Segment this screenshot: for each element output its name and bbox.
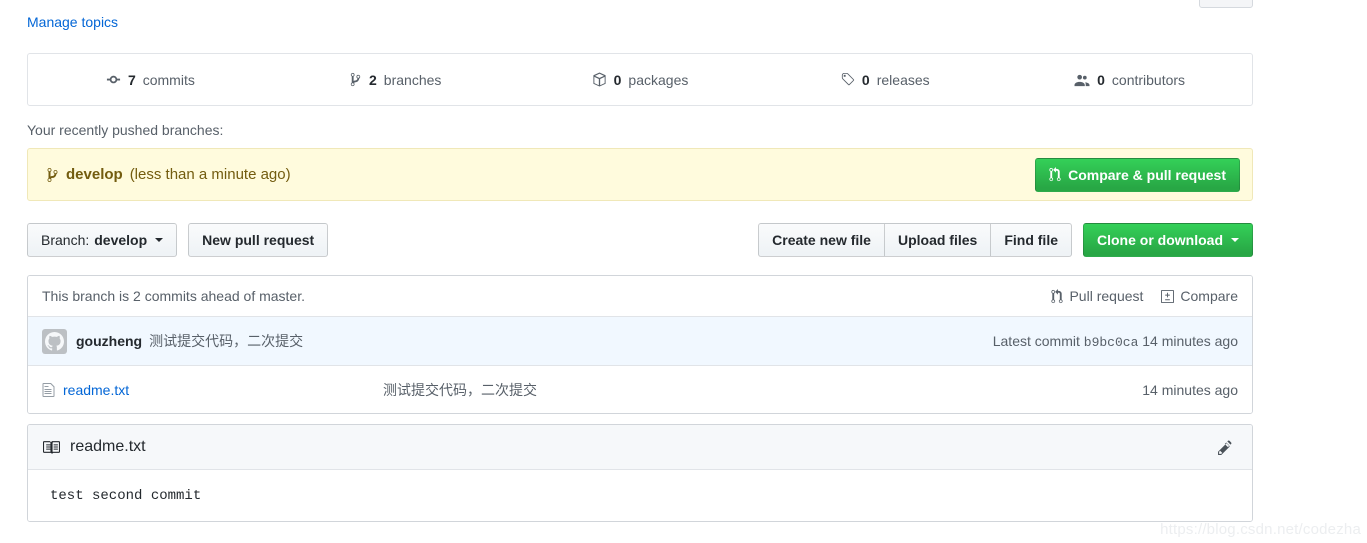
compare-link[interactable]: Compare bbox=[1161, 288, 1238, 304]
pull-request-link[interactable]: Pull request bbox=[1051, 288, 1143, 304]
commit-sha[interactable]: b9bc0ca bbox=[1084, 335, 1139, 350]
stat-branches-count: 2 bbox=[369, 71, 377, 88]
git-pull-request-icon bbox=[1049, 167, 1061, 182]
file-name-link[interactable]: readme.txt bbox=[63, 382, 383, 398]
pushed-branch-info: develop (less than a minute ago) bbox=[46, 166, 1035, 183]
avatar[interactable] bbox=[42, 328, 67, 354]
upload-files-button[interactable]: Upload files bbox=[883, 223, 992, 257]
stat-packages-count: 0 bbox=[613, 71, 622, 88]
stat-branches-label: branches bbox=[383, 71, 442, 88]
stat-packages-label: packages bbox=[628, 71, 689, 88]
book-icon bbox=[42, 439, 61, 456]
repo-toolbar: Branch: develop New pull request Create … bbox=[27, 221, 1253, 259]
stat-branches[interactable]: 2 branches bbox=[273, 72, 518, 88]
commit-time: 14 minutes ago bbox=[1142, 332, 1238, 349]
branch-status-text: This branch is 2 commits ahead of master… bbox=[42, 288, 305, 304]
stat-commits-label: commits bbox=[142, 71, 195, 88]
find-file-button[interactable]: Find file bbox=[990, 223, 1072, 257]
commit-meta: Latest commit b9bc0ca 14 minutes ago bbox=[993, 333, 1238, 350]
package-icon bbox=[592, 72, 607, 87]
clone-or-download-button[interactable]: Clone or download bbox=[1083, 223, 1253, 257]
manage-topics-link[interactable]: Manage topics bbox=[27, 12, 118, 32]
clone-or-download-label: Clone or download bbox=[1097, 232, 1223, 248]
branch-selector-button[interactable]: Branch: develop bbox=[27, 223, 178, 257]
latest-commit-label: Latest commit bbox=[992, 332, 1080, 349]
commit-message[interactable]: 测试提交代码，二次提交 bbox=[149, 331, 993, 351]
git-pull-request-icon bbox=[1051, 288, 1064, 304]
compare-link-label: Compare bbox=[1180, 288, 1238, 304]
latest-commit-row: gouzheng 测试提交代码，二次提交 Latest commit b9bc0… bbox=[28, 317, 1252, 366]
readme-content: test second commit bbox=[50, 488, 202, 504]
commit-author[interactable]: gouzheng bbox=[76, 333, 142, 349]
branch-status-bar: This branch is 2 commits ahead of master… bbox=[28, 276, 1252, 317]
stat-packages[interactable]: 0 packages bbox=[518, 72, 763, 88]
pull-request-link-label: Pull request bbox=[1069, 288, 1144, 304]
stat-contributors-label: contributors bbox=[1111, 71, 1186, 88]
chevron-down-icon bbox=[1231, 238, 1239, 242]
stat-releases[interactable]: 0 releases bbox=[762, 72, 1007, 88]
file-actions-group: Create new file Upload files Find file bbox=[758, 223, 1072, 257]
partial-top-button[interactable] bbox=[1199, 0, 1253, 8]
compare-pr-label: Compare & pull request bbox=[1068, 166, 1226, 183]
pushed-branch-notice: develop (less than a minute ago) Compare… bbox=[27, 148, 1253, 201]
table-row: readme.txt 测试提交代码，二次提交 14 minutes ago bbox=[28, 366, 1252, 413]
commit-icon bbox=[106, 72, 121, 87]
stat-releases-label: releases bbox=[876, 71, 930, 88]
compare-diff-icon bbox=[1161, 289, 1175, 304]
branch-icon bbox=[349, 72, 362, 87]
pushed-branch-time: (less than a minute ago) bbox=[129, 166, 291, 183]
readme-title: readme.txt bbox=[70, 438, 146, 455]
new-pull-request-button[interactable]: New pull request bbox=[188, 223, 329, 257]
people-icon bbox=[1074, 72, 1090, 87]
file-commit-message[interactable]: 测试提交代码，二次提交 bbox=[383, 380, 1142, 400]
tag-icon bbox=[840, 72, 855, 87]
pencil-icon bbox=[1217, 439, 1234, 456]
file-text-icon bbox=[42, 382, 55, 398]
file-list-box: This branch is 2 commits ahead of master… bbox=[27, 275, 1253, 414]
readme-box: readme.txt test second commit bbox=[27, 424, 1253, 522]
pushed-branch-name[interactable]: develop bbox=[66, 166, 123, 183]
stat-commits-count: 7 bbox=[127, 71, 136, 88]
watermark: https://blog.csdn.net/codezha bbox=[1160, 521, 1361, 538]
repo-stats-bar: 7 commits 2 branches 0 packages 0 releas… bbox=[27, 53, 1253, 106]
branch-selector-prefix: Branch: bbox=[41, 232, 90, 248]
branch-status-actions: Pull request Compare bbox=[1051, 288, 1238, 304]
git-branch-icon bbox=[46, 167, 59, 183]
file-time: 14 minutes ago bbox=[1142, 381, 1238, 398]
toolbar-right-group: Create new file Upload files Find file C… bbox=[758, 223, 1253, 257]
github-repo-page: Manage topics 7 commits 2 branches 0 pac… bbox=[0, 0, 1367, 543]
readme-body: test second commit bbox=[28, 470, 1252, 521]
stat-contributors-count: 0 bbox=[1097, 71, 1105, 88]
recently-pushed-label: Your recently pushed branches: bbox=[27, 122, 224, 138]
stat-releases-count: 0 bbox=[861, 71, 870, 88]
chevron-down-icon bbox=[155, 238, 164, 242]
edit-readme-button[interactable] bbox=[1212, 434, 1238, 460]
stat-commits[interactable]: 7 commits bbox=[28, 72, 273, 88]
branch-selector-value: develop bbox=[94, 232, 148, 248]
create-new-file-button[interactable]: Create new file bbox=[758, 223, 885, 257]
readme-header: readme.txt bbox=[28, 425, 1252, 470]
stat-contributors[interactable]: 0 contributors bbox=[1007, 72, 1252, 88]
compare-and-pull-request-button[interactable]: Compare & pull request bbox=[1035, 157, 1240, 192]
